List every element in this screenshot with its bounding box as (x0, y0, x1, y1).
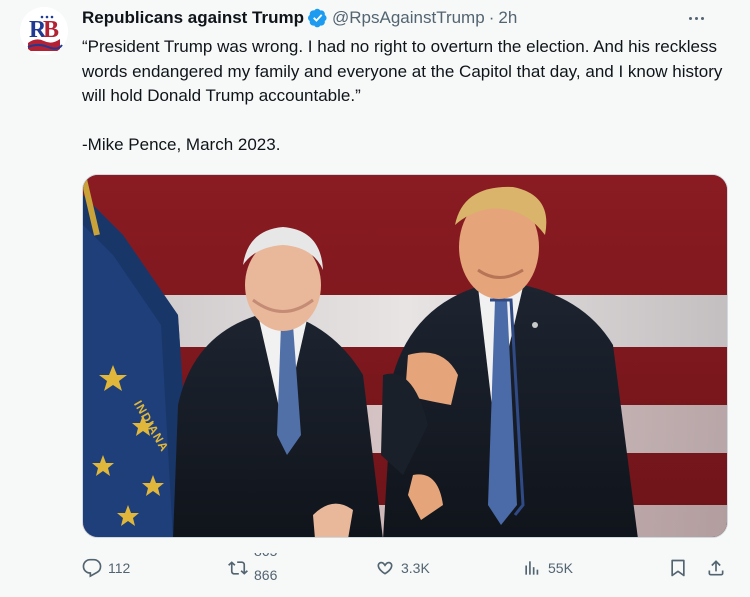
verified-badge-icon (308, 8, 327, 28)
author-handle[interactable]: @RpsAgainstTrump (332, 7, 485, 29)
avatar-letter-b: B (43, 17, 59, 43)
repost-count-roller: 865 866 (254, 553, 286, 583)
photo-illustration: INDIANA (83, 175, 727, 537)
bookmark-button[interactable] (668, 553, 688, 583)
share-button[interactable] (706, 553, 726, 583)
views-count: 55K (548, 560, 573, 576)
repost-count: 866 (254, 567, 278, 583)
repost-count-previous: 865 (254, 553, 277, 559)
share-icon (708, 560, 724, 576)
views-button[interactable]: 55K (522, 553, 573, 583)
more-icon (688, 16, 692, 20)
author-name[interactable]: Republicans against Trump (82, 7, 304, 29)
reply-button[interactable]: 112 (82, 553, 130, 583)
repost-button[interactable]: 865 866 (228, 553, 286, 583)
separator: · (488, 8, 495, 27)
like-button[interactable]: 3.3K (375, 553, 430, 583)
views-icon (525, 561, 539, 575)
timestamp[interactable]: 2h (498, 7, 517, 29)
more-button[interactable] (684, 7, 708, 29)
tweet-header: Republicans against Trump @RpsAgainstTru… (82, 7, 730, 29)
tweet[interactable]: R B Republicans against Trump @RpsAgains… (0, 0, 750, 597)
tweet-photo[interactable]: INDIANA (82, 174, 728, 538)
reply-icon (82, 558, 102, 578)
like-count: 3.3K (401, 560, 430, 576)
bookmark-icon (671, 559, 685, 577)
reply-count: 112 (108, 560, 131, 576)
avatar[interactable]: R B (20, 7, 68, 55)
like-icon (377, 561, 393, 575)
tweet-actions: 112 865 866 3.3K 55K (82, 553, 732, 583)
tweet-text: “President Trump was wrong. I had no rig… (82, 37, 723, 154)
repost-icon (228, 561, 248, 575)
avatar-logo-icon: R B (20, 7, 68, 55)
